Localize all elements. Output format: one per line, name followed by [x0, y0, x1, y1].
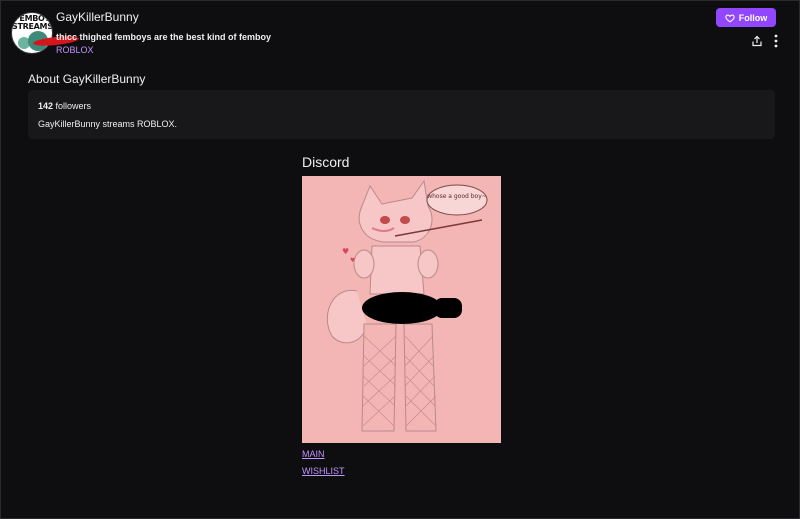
panel-title: Discord [302, 154, 350, 170]
heart-icon [725, 14, 735, 22]
about-heading: About GayKillerBunny [28, 72, 146, 86]
channel-avatar[interactable]: FEMBOY STREAMS [11, 12, 53, 54]
share-icon[interactable] [751, 35, 763, 47]
follow-button[interactable]: Follow [716, 8, 776, 27]
about-card: 142 followers GayKillerBunny streams ROB… [28, 90, 775, 139]
panel-image[interactable]: whose a good boy~ ♥ ♥ [302, 176, 501, 443]
category-link[interactable]: ROBLOX [56, 45, 94, 55]
stream-title: thicc thighed femboys are the best kind … [56, 32, 272, 42]
more-options-icon[interactable] [771, 34, 781, 48]
main-link[interactable]: MAIN [302, 449, 325, 459]
follow-label: Follow [738, 12, 768, 23]
avatar-text: FEMBOY STREAMS [12, 14, 53, 31]
wishlist-link[interactable]: WISHLIST [302, 466, 345, 476]
channel-description: GayKillerBunny streams ROBLOX. [38, 119, 178, 129]
followers-count: 142 followers [38, 101, 91, 111]
followers-label: followers [55, 101, 92, 111]
followers-number: 142 [38, 101, 54, 111]
svg-text:♥: ♥ [342, 247, 349, 256]
channel-name[interactable]: GayKillerBunny [56, 10, 139, 24]
speech-bubble-text: whose a good boy~ [427, 193, 487, 200]
